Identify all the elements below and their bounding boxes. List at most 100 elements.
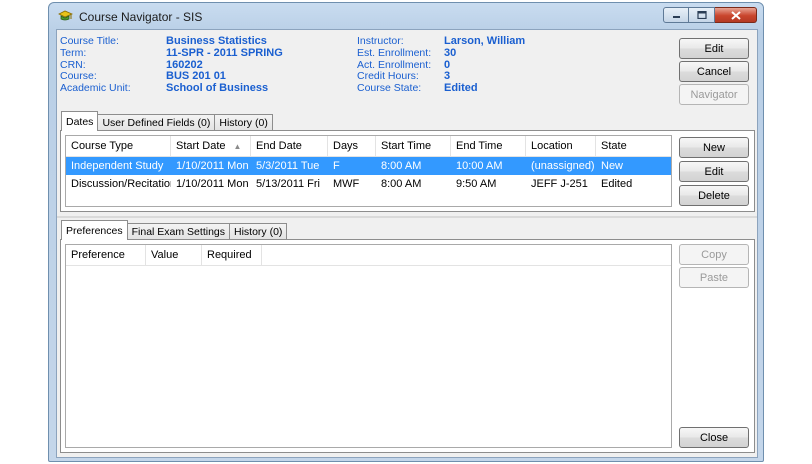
column-course-type[interactable]: Course Type	[66, 136, 171, 156]
new-date-button[interactable]: New	[679, 137, 749, 158]
crn-label: CRN:	[60, 58, 86, 71]
preferences-panel: Preference Value Required Copy Paste Clo…	[60, 239, 755, 453]
column-state[interactable]: State	[596, 136, 671, 156]
tab-final-exam-settings[interactable]: Final Exam Settings	[126, 223, 230, 240]
cell-start-time: 8:00 AM	[381, 160, 422, 172]
close-window-button[interactable]	[715, 7, 757, 23]
column-start-time[interactable]: Start Time	[376, 136, 451, 156]
term-row: Term: 11-SPR - 2011 SPRING	[57, 47, 283, 59]
column-value[interactable]: Value	[146, 245, 202, 265]
dates-grid-header: Course Type Start Date ▲ End Date Days St…	[66, 136, 671, 157]
cell-end-time: 10:00 AM	[456, 160, 503, 172]
tab-history[interactable]: History (0)	[214, 114, 273, 131]
term-value: 11-SPR - 2011 SPRING	[166, 46, 283, 59]
cell-start-time: 8:00 AM	[381, 178, 422, 190]
maximize-button[interactable]	[689, 7, 715, 23]
column-days[interactable]: Days	[328, 136, 376, 156]
term-label: Term:	[60, 46, 87, 59]
paste-button[interactable]: Paste	[679, 267, 749, 288]
est-enrollment-value: 30	[444, 46, 457, 59]
column-location[interactable]: Location	[526, 136, 596, 156]
credit-hours-label: Credit Hours:	[357, 70, 419, 83]
instructor-label: Instructor:	[357, 35, 404, 47]
cell-location: JEFF J-251	[531, 178, 588, 190]
course-title-label: Course Title:	[60, 35, 119, 47]
column-required-label: Required	[207, 249, 252, 261]
course-row: Course: BUS 201 01	[57, 70, 283, 82]
copy-button[interactable]: Copy	[679, 244, 749, 265]
cell-end-date: 5/3/2011 Tue	[256, 160, 320, 172]
column-course-type-label: Course Type	[71, 140, 134, 152]
close-button[interactable]: Close	[679, 427, 749, 448]
column-state-label: State	[601, 140, 627, 152]
cell-state: New	[601, 160, 624, 172]
course-state-row: Course State: Edited	[357, 82, 525, 94]
cell-end-time: 9:50 AM	[456, 178, 497, 190]
close-icon	[730, 10, 741, 20]
academic-unit-row: Academic Unit: School of Business	[57, 82, 283, 94]
navigator-button[interactable]: Navigator	[679, 84, 749, 105]
column-required[interactable]: Required	[202, 245, 262, 265]
column-start-date[interactable]: Start Date ▲	[171, 136, 251, 156]
preferences-grid-header: Preference Value Required	[66, 245, 671, 266]
course-title-value: Business Statistics	[166, 35, 267, 47]
column-start-date-label: Start Date	[176, 140, 226, 152]
app-icon	[58, 10, 73, 21]
table-row[interactable]: Discussion/Recitation 1/10/2011 Mon 5/13…	[66, 175, 671, 193]
act-enrollment-value: 0	[444, 58, 451, 71]
academic-unit-label: Academic Unit:	[60, 82, 131, 95]
est-enrollment-row: Est. Enrollment: 30	[357, 47, 525, 59]
tab-history-lower[interactable]: History (0)	[229, 223, 288, 240]
maximize-icon	[696, 11, 707, 19]
course-label: Course:	[60, 70, 97, 83]
column-end-time-label: End Time	[456, 140, 503, 152]
table-row[interactable]: Independent Study 1/10/2011 Mon 5/3/2011…	[66, 157, 671, 175]
course-state-value: Edited	[444, 82, 478, 95]
tab-user-defined-fields[interactable]: User Defined Fields (0)	[97, 114, 216, 131]
course-info-left: Course Title: Business Statistics Term: 11…	[57, 35, 283, 94]
cell-course-type: Independent Study	[71, 160, 164, 172]
tab-preferences[interactable]: Preferences	[61, 220, 128, 240]
column-start-time-label: Start Time	[381, 140, 432, 152]
cell-start-date: 1/10/2011 Mon	[176, 160, 249, 172]
act-enrollment-row: Act. Enrollment: 0	[357, 59, 525, 71]
column-end-date-label: End Date	[256, 140, 302, 152]
course-navigator-window: Course Navigator - SIS Course Title: Busi…	[48, 2, 764, 462]
course-title-row: Course Title: Business Statistics	[57, 35, 283, 47]
act-enrollment-label: Act. Enrollment:	[357, 58, 432, 71]
column-end-time[interactable]: End Time	[451, 136, 526, 156]
window-title: Course Navigator - SIS	[79, 10, 203, 24]
edit-course-button[interactable]: Edit	[679, 38, 749, 59]
cancel-button[interactable]: Cancel	[679, 61, 749, 82]
column-end-date[interactable]: End Date	[251, 136, 328, 156]
cell-state: Edited	[601, 178, 633, 190]
est-enrollment-label: Est. Enrollment:	[357, 46, 432, 59]
preferences-grid: Preference Value Required	[65, 244, 672, 448]
title-bar[interactable]: Course Navigator - SIS	[49, 3, 763, 29]
instructor-value: Larson, William	[444, 35, 526, 47]
cell-start-date: 1/10/2011 Mon	[176, 178, 249, 190]
cell-location: (unassigned)	[531, 160, 595, 172]
cell-days: F	[333, 160, 340, 172]
cell-course-type: Discussion/Recitation	[71, 178, 171, 190]
dates-panel: Course Type Start Date ▲ End Date Days St…	[60, 130, 755, 212]
delete-date-button[interactable]: Delete	[679, 185, 749, 206]
cell-end-date: 5/13/2011 Fri	[256, 178, 321, 190]
course-info-right: Instructor: Larson, William Est. Enrollme…	[357, 35, 525, 94]
instructor-row: Instructor: Larson, William	[357, 35, 525, 47]
credit-hours-row: Credit Hours: 3	[357, 70, 525, 82]
edit-date-button[interactable]: Edit	[679, 161, 749, 182]
tab-dates[interactable]: Dates	[61, 111, 99, 131]
pane-splitter[interactable]	[57, 216, 757, 218]
cell-days: MWF	[333, 178, 360, 190]
course-value: BUS 201 01	[166, 70, 226, 83]
crn-value: 160202	[166, 58, 203, 71]
column-preference-label: Preference	[71, 249, 125, 261]
minimize-icon	[672, 16, 680, 18]
minimize-button[interactable]	[663, 7, 689, 23]
credit-hours-value: 3	[444, 70, 451, 83]
column-preference[interactable]: Preference	[66, 245, 146, 265]
column-value-label: Value	[151, 249, 179, 261]
upper-tab-strip: Dates User Defined Fields (0) History (0…	[61, 111, 273, 131]
column-days-label: Days	[333, 140, 359, 152]
